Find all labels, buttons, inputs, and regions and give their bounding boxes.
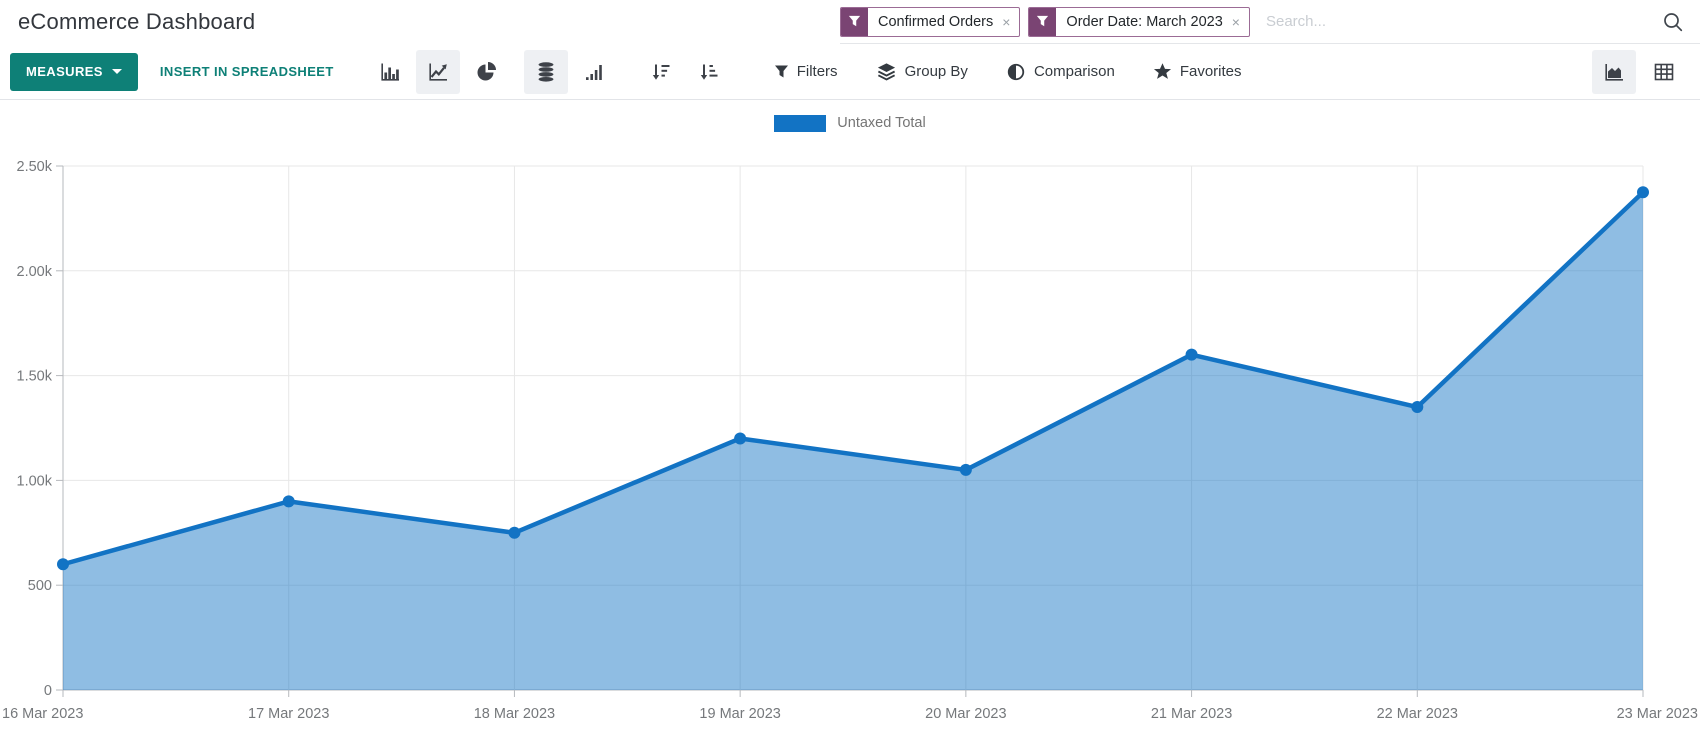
- legend-label: Untaxed Total: [837, 115, 925, 131]
- measures-label: MEASURES: [26, 64, 103, 79]
- svg-text:1.50k: 1.50k: [17, 369, 53, 385]
- stacked-button[interactable]: [524, 50, 568, 94]
- group-by-menu[interactable]: Group By: [876, 61, 968, 82]
- chart-type-buttons: [368, 50, 730, 94]
- grid-view-icon: [1653, 61, 1675, 83]
- svg-text:0: 0: [44, 683, 52, 699]
- filters-menu[interactable]: Filters: [774, 63, 838, 80]
- svg-text:21 Mar 2023: 21 Mar 2023: [1151, 706, 1232, 722]
- area-chart-icon: [1603, 61, 1625, 83]
- cumulative-icon: [583, 61, 605, 83]
- sort-descending-icon: [649, 61, 671, 83]
- pie-chart-icon: [475, 61, 497, 83]
- cumulative-button[interactable]: [572, 50, 616, 94]
- view-switcher: [1592, 50, 1686, 94]
- search-input[interactable]: [1258, 13, 1654, 30]
- line-chart-button[interactable]: [416, 50, 460, 94]
- page-title: eCommerce Dashboard: [18, 9, 255, 35]
- area-view-button[interactable]: [1592, 50, 1636, 94]
- search-facet-order-date: Order Date: March 2023 ×: [1028, 7, 1250, 37]
- data-point[interactable]: [508, 527, 520, 539]
- search-menus: Filters Group By Comparison Favorites: [774, 61, 1242, 82]
- measures-button[interactable]: MEASURES: [10, 53, 138, 91]
- svg-text:500: 500: [28, 578, 52, 594]
- chevron-down-icon: [112, 69, 122, 74]
- facet-label: Confirmed Orders: [868, 8, 997, 36]
- control-panel: MEASURES INSERT IN SPREADSHEET: [0, 44, 1700, 100]
- svg-text:2.50k: 2.50k: [17, 159, 53, 175]
- svg-text:23 Mar 2023: 23 Mar 2023: [1617, 706, 1698, 722]
- grid-view-button[interactable]: [1642, 50, 1686, 94]
- filter-funnel-icon: [841, 8, 868, 36]
- data-point[interactable]: [1411, 401, 1423, 413]
- filter-funnel-icon: [1029, 8, 1056, 36]
- stacked-icon: [535, 61, 557, 83]
- search-icon[interactable]: [1662, 11, 1684, 33]
- line-chart-icon: [427, 61, 449, 83]
- data-point[interactable]: [283, 495, 295, 507]
- legend-item-untaxed-total[interactable]: Untaxed Total: [774, 115, 925, 132]
- search-bar: Confirmed Orders × Order Date: March 202…: [840, 0, 1700, 44]
- search-facet-confirmed-orders: Confirmed Orders ×: [840, 7, 1020, 37]
- favorites-label: Favorites: [1180, 63, 1242, 80]
- svg-text:1.00k: 1.00k: [17, 473, 53, 489]
- top-bar: eCommerce Dashboard Confirmed Orders × O…: [0, 0, 1700, 44]
- star-icon: [1153, 62, 1172, 81]
- sort-descending-button[interactable]: [638, 50, 682, 94]
- svg-text:16 Mar 2023: 16 Mar 2023: [2, 706, 83, 722]
- svg-text:17 Mar 2023: 17 Mar 2023: [248, 706, 329, 722]
- data-point[interactable]: [960, 464, 972, 476]
- facet-remove-icon[interactable]: ×: [997, 8, 1019, 36]
- bar-chart-button[interactable]: [368, 50, 412, 94]
- filters-label: Filters: [797, 63, 838, 80]
- legend-swatch: [774, 115, 826, 132]
- sort-ascending-icon: [697, 61, 719, 83]
- data-point[interactable]: [1186, 349, 1198, 361]
- insert-in-spreadsheet-button[interactable]: INSERT IN SPREADSHEET: [160, 64, 334, 79]
- group-by-label: Group By: [905, 63, 968, 80]
- svg-text:20 Mar 2023: 20 Mar 2023: [925, 706, 1006, 722]
- layers-icon: [876, 61, 897, 82]
- comparison-label: Comparison: [1034, 63, 1115, 80]
- bar-chart-icon: [379, 61, 401, 83]
- facet-label: Order Date: March 2023: [1056, 8, 1226, 36]
- svg-text:2.00k: 2.00k: [17, 264, 53, 280]
- svg-text:18 Mar 2023: 18 Mar 2023: [474, 706, 555, 722]
- data-point[interactable]: [1637, 186, 1649, 198]
- pie-chart-button[interactable]: [464, 50, 508, 94]
- svg-text:22 Mar 2023: 22 Mar 2023: [1377, 706, 1458, 722]
- svg-text:19 Mar 2023: 19 Mar 2023: [699, 706, 780, 722]
- chart-canvas[interactable]: 0 500 1.00k 1.50k 2.00k 2.50k 16 Mar 2023 17 Ma…: [0, 140, 1700, 732]
- data-point[interactable]: [734, 432, 746, 444]
- sort-ascending-button[interactable]: [686, 50, 730, 94]
- area-fill: [63, 192, 1643, 690]
- facet-remove-icon[interactable]: ×: [1227, 8, 1249, 36]
- comparison-menu[interactable]: Comparison: [1006, 62, 1115, 82]
- favorites-menu[interactable]: Favorites: [1153, 62, 1242, 81]
- contrast-icon: [1006, 62, 1026, 82]
- chart-legend: Untaxed Total: [0, 100, 1700, 140]
- filter-icon: [774, 64, 789, 79]
- data-point[interactable]: [57, 558, 69, 570]
